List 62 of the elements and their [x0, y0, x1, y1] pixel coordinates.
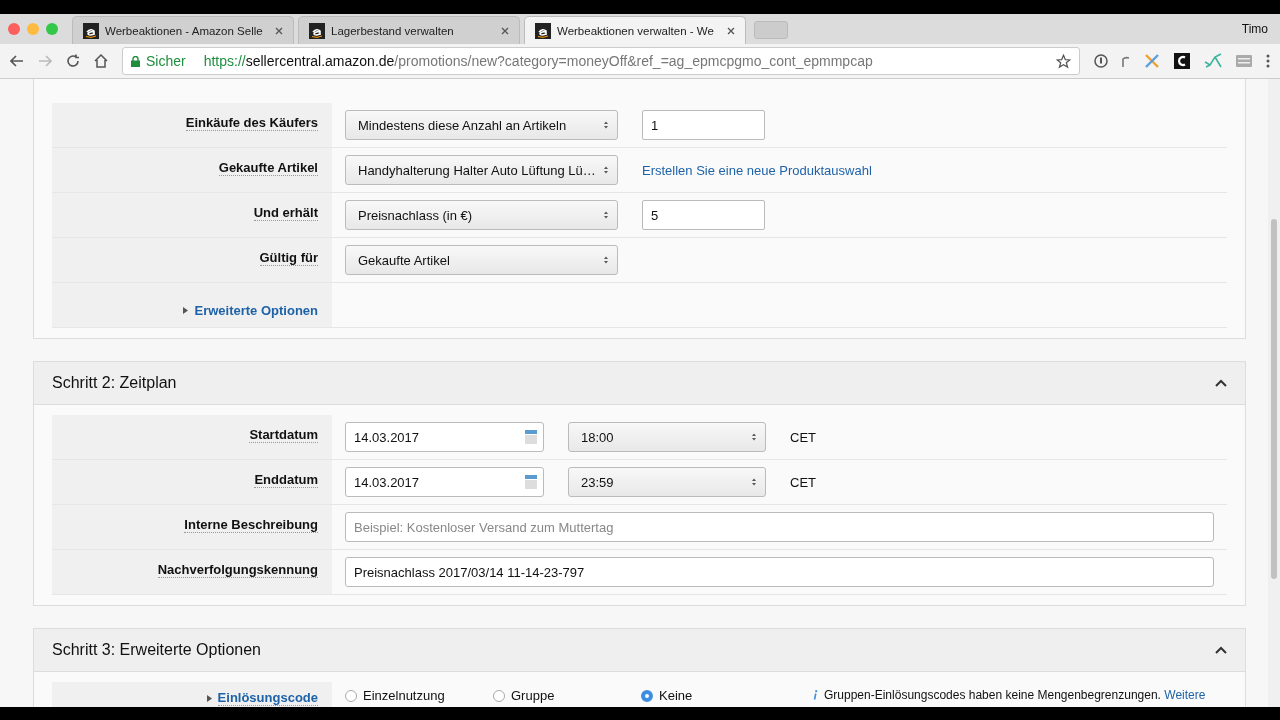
radio-option[interactable]: Einzelnutzung	[345, 688, 493, 703]
timezone-label: CET	[790, 429, 816, 445]
input-field[interactable]: Preisnachlass 2017/03/14 11-14-23-797	[345, 557, 1214, 587]
input-field[interactable]: Beispiel: Kostenloser Versand zum Muttertag	[345, 512, 1214, 542]
close-icon[interactable]	[275, 26, 283, 35]
section-title: Schritt 2: Zeitplan	[52, 374, 177, 392]
browser-tab[interactable]: Werbeaktionen - Amazon Selle	[72, 16, 294, 44]
info-circle-icon[interactable]	[1094, 54, 1108, 68]
field-label: Gültig für	[259, 250, 318, 266]
field-label: Enddatum	[254, 472, 318, 488]
calendar-icon[interactable]	[525, 430, 537, 444]
field-label: Interne Beschreibung	[184, 517, 318, 533]
input-field[interactable]: 1	[642, 110, 765, 140]
c-extension-icon[interactable]	[1174, 53, 1190, 69]
dropdown[interactable]: Gekaufte Artikel	[345, 245, 618, 275]
dropdown[interactable]: Preisnachlass (in €)	[345, 200, 618, 230]
updown-icon	[603, 210, 609, 220]
home-icon[interactable]	[94, 54, 108, 68]
cross-extension-icon[interactable]	[1144, 53, 1160, 69]
field-label: Einkäufe des Käufers	[185, 115, 318, 131]
radio-option[interactable]: Gruppe	[493, 688, 641, 703]
updown-icon	[751, 477, 757, 487]
profile-name[interactable]: Timo	[1241, 22, 1268, 36]
back-icon[interactable]	[10, 55, 24, 67]
reload-icon[interactable]	[66, 54, 80, 68]
calendar-icon[interactable]	[525, 475, 537, 489]
timezone-label: CET	[790, 474, 816, 490]
lock-icon	[131, 55, 140, 67]
info-icon	[813, 690, 818, 700]
collapse-icon[interactable]	[1215, 379, 1227, 387]
create-selection-link[interactable]: Erstellen Sie eine neue Produktauswahl	[642, 162, 872, 178]
field-label: Startdatum	[249, 427, 318, 443]
date-field[interactable]: 14.03.2017	[345, 467, 544, 497]
dropdown[interactable]: Handyhalterung Halter Auto Lüftung Lü…	[345, 155, 618, 185]
updown-icon	[603, 120, 609, 130]
star-icon[interactable]	[1056, 53, 1071, 69]
extension-icon[interactable]	[1122, 55, 1130, 67]
updown-icon	[751, 432, 757, 442]
caret-icon	[183, 306, 189, 314]
close-icon[interactable]	[727, 26, 735, 35]
time-dropdown[interactable]: 23:59	[568, 467, 766, 497]
scrollbar-thumb[interactable]	[1271, 219, 1277, 579]
menu-icon[interactable]	[1266, 54, 1270, 68]
input-field[interactable]: 5	[642, 200, 765, 230]
time-dropdown[interactable]: 18:00	[568, 422, 766, 452]
updown-icon	[603, 165, 609, 175]
caret-icon	[206, 694, 212, 702]
field-label: Gekaufte Artikel	[218, 160, 318, 176]
browser-tab[interactable]: Lagerbestand verwalten	[298, 16, 520, 44]
dropdown[interactable]: Mindestens diese Anzahl an Artikeln	[345, 110, 618, 140]
date-field[interactable]: 14.03.2017	[345, 422, 544, 452]
section-title: Schritt 3: Erweiterte Optionen	[52, 641, 261, 659]
collapse-icon[interactable]	[1215, 646, 1227, 654]
browser-tab[interactable]: Werbeaktionen verwalten - We	[524, 16, 746, 44]
close-icon[interactable]	[501, 26, 509, 35]
info-text: Gruppen-Einlösungscodes haben keine Mengenbegrenzungen. Weitere	[824, 688, 1206, 702]
more-link[interactable]: Weitere	[1164, 688, 1206, 702]
field-label: Und erhält	[253, 205, 318, 221]
field-label: Nachverfolgungskennung	[157, 562, 318, 578]
address-bar[interactable]: Sicher https://sellercentral.amazon.de/promotions/new?category=moneyOff&ref_=ag_epmcpgmo_cont_epmmpcap	[122, 47, 1080, 75]
radio-option[interactable]: Keine	[641, 688, 789, 703]
updown-icon	[603, 255, 609, 265]
